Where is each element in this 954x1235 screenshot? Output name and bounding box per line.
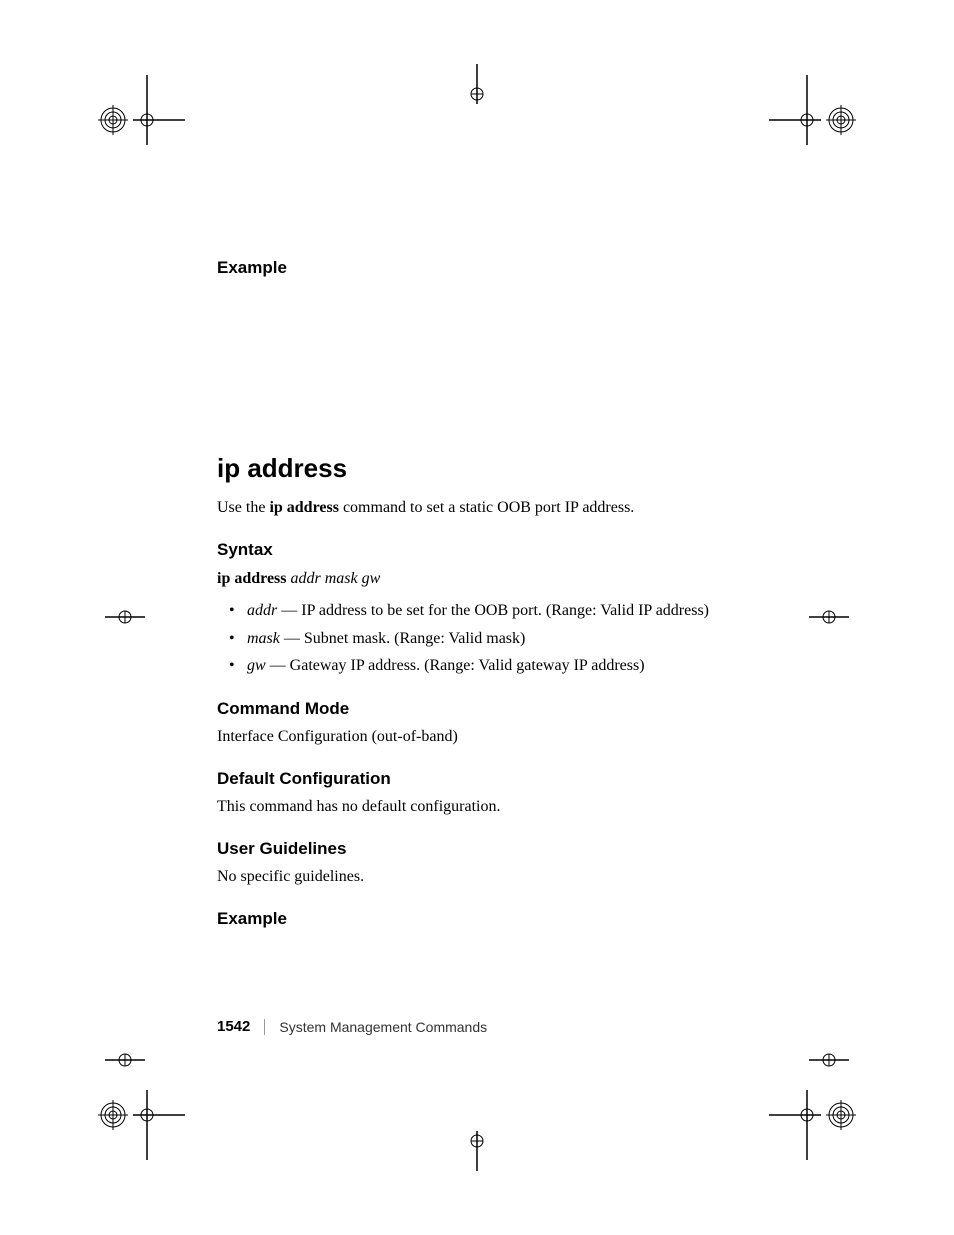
param-addr: addr — IP address to be set for the OOB … — [247, 598, 777, 624]
user-guidelines-text: No specific guidelines. — [217, 865, 777, 889]
example-section-2: Example — [217, 909, 777, 929]
page-footer: 1542 System Management Commands — [217, 1018, 487, 1035]
param-desc: — Gateway IP address. (Range: Valid gate… — [266, 657, 645, 674]
default-config-heading: Default Configuration — [217, 769, 777, 789]
parameter-list: addr — IP address to be set for the OOB … — [217, 598, 777, 679]
user-guidelines-section: User Guidelines No specific guidelines. — [217, 839, 777, 889]
example-section-1: Example — [217, 258, 777, 393]
param-desc: — IP address to be set for the OOB port.… — [277, 602, 709, 619]
command-mode-heading: Command Mode — [217, 699, 777, 719]
intro-paragraph: Use the ip address command to set a stat… — [217, 496, 777, 520]
intro-cmd: ip address — [269, 499, 339, 516]
page-content: Example ip address Use the ip address co… — [217, 258, 777, 935]
command-title: ip address — [217, 453, 777, 484]
param-name: mask — [247, 630, 280, 647]
crop-mark-tl — [95, 75, 185, 165]
crop-mark-mr — [809, 597, 849, 637]
footer-divider — [264, 1019, 265, 1035]
param-mask: mask — Subnet mask. (Range: Valid mask) — [247, 626, 777, 652]
crop-mark-bl — [95, 1070, 185, 1160]
example-heading-2: Example — [217, 909, 777, 929]
default-config-section: Default Configuration This command has n… — [217, 769, 777, 819]
crop-mark-tc — [457, 64, 497, 104]
crop-mark-ml — [105, 597, 145, 637]
param-gw: gw — Gateway IP address. (Range: Valid g… — [247, 653, 777, 679]
crop-mark-mrb — [809, 1040, 849, 1080]
intro-post: command to set a static OOB port IP addr… — [339, 499, 634, 516]
command-mode-section: Command Mode Interface Configuration (ou… — [217, 699, 777, 749]
page-number: 1542 — [217, 1018, 250, 1035]
param-name: addr — [247, 602, 277, 619]
crop-mark-mlb — [105, 1040, 145, 1080]
crop-mark-bc — [457, 1131, 497, 1171]
default-config-text: This command has no default configuratio… — [217, 795, 777, 819]
syntax-cmd: ip address — [217, 570, 287, 587]
crop-mark-br — [769, 1070, 859, 1160]
example-heading-1: Example — [217, 258, 777, 278]
syntax-args: addr mask gw — [291, 570, 381, 587]
footer-section: System Management Commands — [279, 1019, 487, 1035]
syntax-line: ip address addr mask gw — [217, 570, 777, 588]
syntax-heading: Syntax — [217, 540, 777, 560]
intro-pre: Use the — [217, 499, 269, 516]
crop-mark-tr — [769, 75, 859, 165]
command-mode-text: Interface Configuration (out-of-band) — [217, 725, 777, 749]
param-name: gw — [247, 657, 266, 674]
user-guidelines-heading: User Guidelines — [217, 839, 777, 859]
param-desc: — Subnet mask. (Range: Valid mask) — [280, 630, 525, 647]
